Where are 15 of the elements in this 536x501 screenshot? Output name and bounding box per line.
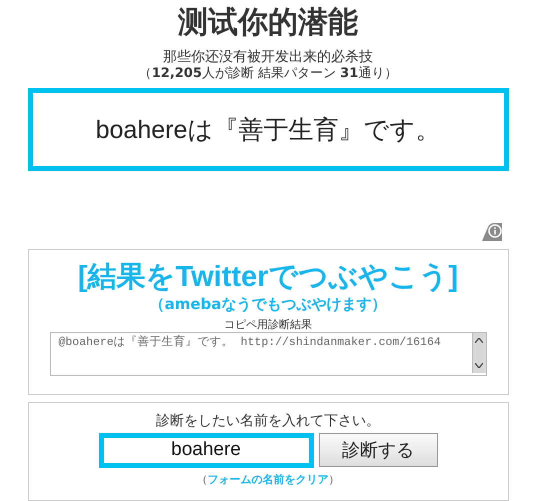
scroll-down-icon[interactable] bbox=[475, 362, 483, 368]
scroll-up-icon[interactable] bbox=[475, 338, 483, 343]
name-prompt: 診断をしたい名前を入れて下さい。 bbox=[156, 412, 380, 430]
scrollbar[interactable] bbox=[472, 332, 486, 373]
info-icon[interactable] bbox=[482, 222, 502, 241]
copy-text: @boahereは『善于生育』です。 http://shindanmaker.com/16164 bbox=[58, 336, 441, 351]
stats-text: （12,205人が診断 結果パターン 31通り） bbox=[138, 66, 398, 82]
name-field[interactable]: boahere bbox=[98, 432, 314, 468]
copy-label: コピペ用診断結果 bbox=[224, 318, 312, 332]
result-box: boahereは『善于生育』です。 bbox=[28, 88, 508, 171]
page-title: 测试你的潜能 bbox=[178, 4, 358, 42]
subtitle: 那些你还没有被开发出来的必杀技 bbox=[163, 48, 373, 66]
diagnose-button[interactable]: 診断する bbox=[318, 432, 438, 467]
copy-field[interactable]: @boahereは『善于生育』です。 http://shindanmaker.com/16164 bbox=[50, 332, 486, 376]
clear-text: （フォームの名前をクリア） bbox=[196, 472, 340, 488]
